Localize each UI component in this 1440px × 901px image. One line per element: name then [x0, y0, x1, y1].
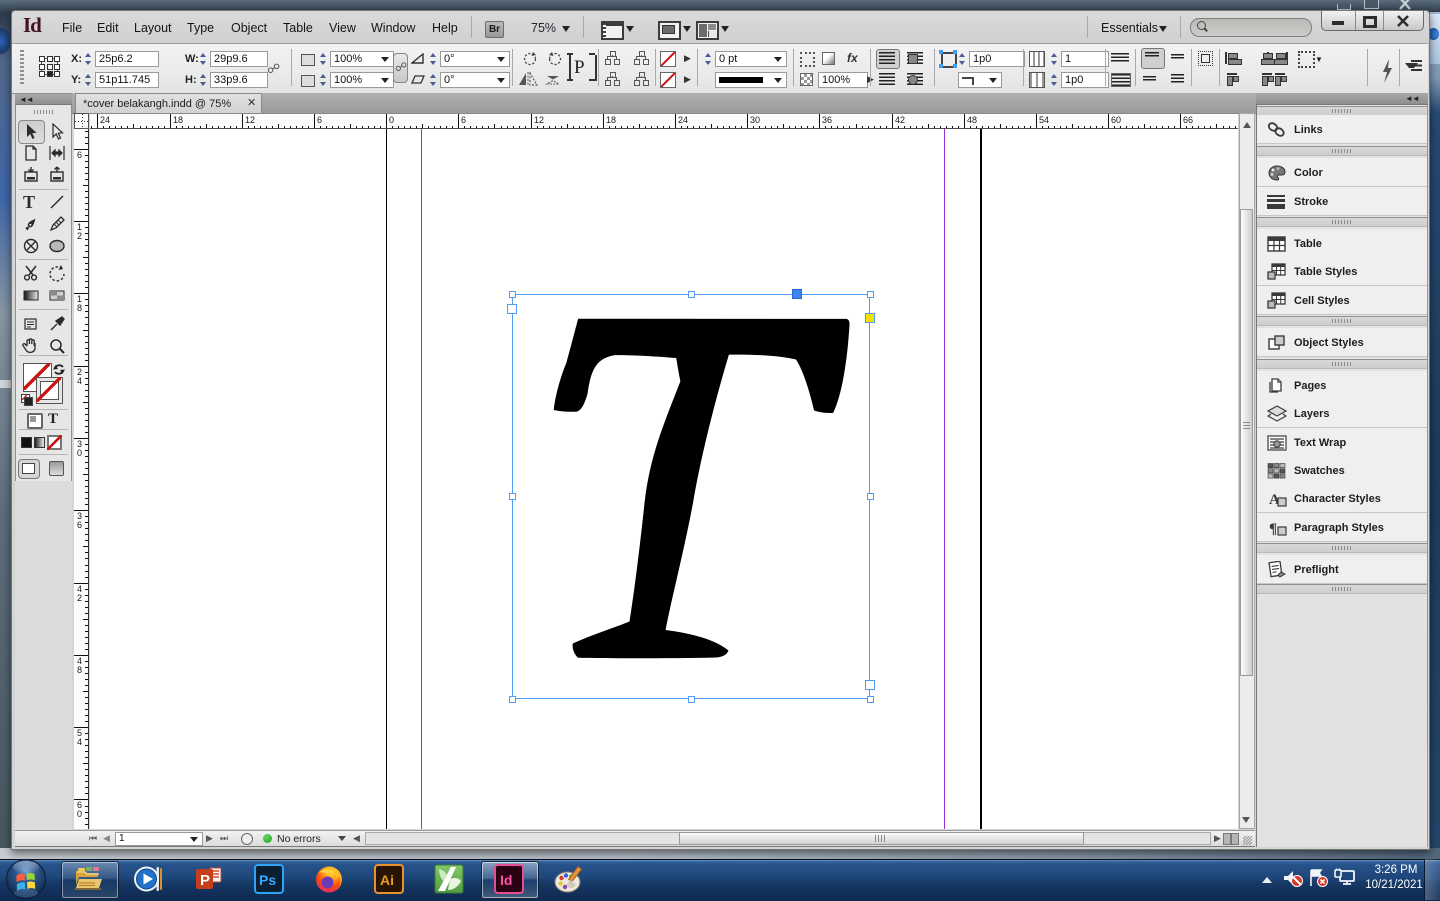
svg-text:T: T: [23, 193, 35, 211]
svg-text:¶: ¶: [1269, 521, 1277, 537]
svg-text:Id: Id: [500, 872, 512, 888]
svg-text:P: P: [200, 872, 210, 889]
svg-text:Ps: Ps: [259, 872, 276, 888]
svg-text:Ai: Ai: [380, 872, 394, 888]
